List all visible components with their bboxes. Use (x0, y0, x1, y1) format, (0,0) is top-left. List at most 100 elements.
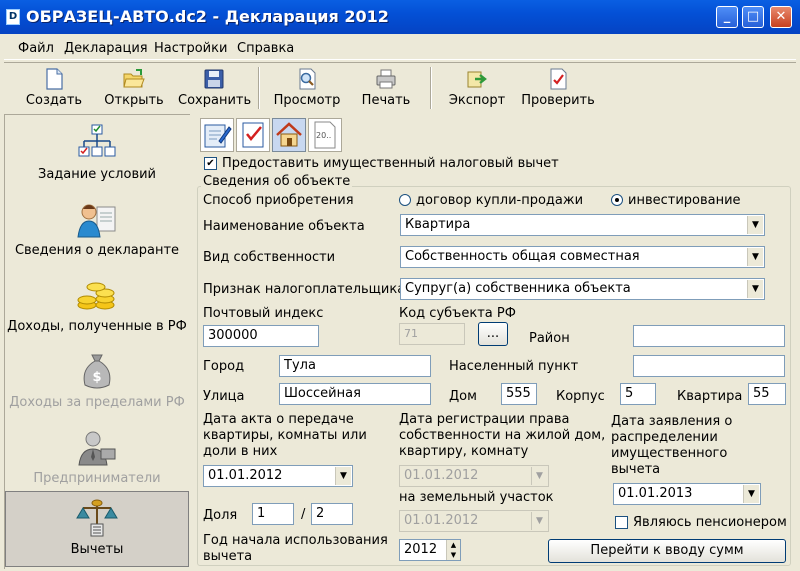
registration-date-picker: 01.01.2012 ▼ (399, 465, 549, 487)
scales-icon (76, 499, 118, 537)
distribution-date-picker[interactable]: 01.01.2013 ▼ (613, 483, 761, 505)
menu-declaration[interactable]: Декларация (64, 41, 148, 56)
print-button[interactable]: Печать (356, 67, 416, 113)
building-label: Корпус (556, 389, 605, 404)
go-to-sums-button[interactable]: Перейти к вводу сумм (548, 539, 786, 563)
land-plot-date-value: 01.01.2012 (404, 513, 479, 528)
menu-settings[interactable]: Настройки (154, 41, 227, 56)
preview-button[interactable]: Просмотр (272, 67, 342, 113)
radio-investment[interactable] (611, 194, 623, 206)
person-card-icon (77, 204, 116, 238)
distribution-label-line1: Дата заявления о (611, 414, 733, 429)
sidebar-label: Сведения о декларанте (14, 243, 180, 258)
sidebar-item-deductions[interactable]: Вычеты (5, 491, 189, 567)
sidebar-item-declarant[interactable]: Сведения о декларанте (5, 193, 189, 269)
region-code-picker-button[interactable]: ... (478, 322, 508, 346)
spin-up-icon[interactable]: ▲ (447, 540, 460, 550)
object-name-label: Наименование объекта (203, 219, 365, 234)
tab-other[interactable]: 20.. (308, 118, 342, 152)
deductions-panel: 20.. ✔ Предоставить имущественный налого… (192, 114, 796, 569)
ownership-label: Вид собственности (203, 250, 336, 265)
object-name-select[interactable]: Квартира ▼ (400, 214, 765, 236)
create-button[interactable]: Создать (22, 67, 86, 113)
menu-help[interactable]: Справка (237, 41, 294, 56)
building-input[interactable]: 5 (620, 383, 656, 405)
svg-text:$: $ (92, 370, 101, 385)
pencil-form-icon (204, 124, 232, 148)
year-spin-buttons[interactable]: ▲ ▼ (446, 540, 460, 560)
sidebar-item-income-abroad[interactable]: $ Доходы за пределами РФ (5, 345, 189, 421)
city-label: Город (203, 359, 245, 374)
sidebar-item-entrepreneurs[interactable]: Предприниматели (5, 421, 189, 497)
transfer-act-label-line3: доли в них (203, 444, 278, 459)
chevron-down-icon[interactable]: ▼ (747, 280, 763, 298)
sidebar-item-income-rf[interactable]: Доходы, полученные в РФ (5, 269, 189, 345)
house-input[interactable]: 555 (501, 383, 537, 405)
apartment-input[interactable]: 55 (748, 383, 786, 405)
menu-file[interactable]: Файл (18, 41, 54, 56)
tab-property-deductions[interactable] (272, 118, 306, 152)
district-input[interactable] (633, 325, 785, 347)
transfer-act-date-picker[interactable]: 01.01.2012 ▼ (203, 465, 353, 487)
save-button[interactable]: Сохранить (178, 67, 252, 113)
street-input[interactable]: Шоссейная (279, 383, 431, 405)
chevron-down-icon[interactable]: ▼ (747, 216, 763, 234)
taxpayer-select[interactable]: Супруг(а) собственника объекта ▼ (400, 278, 765, 300)
businessman-icon (78, 431, 116, 466)
start-year-label-line2: вычета (203, 549, 253, 564)
region-code-label: Код субъекта РФ (399, 306, 516, 321)
spin-down-icon[interactable]: ▼ (447, 550, 460, 560)
share-slash: / (301, 507, 306, 522)
settlement-input[interactable] (633, 355, 785, 377)
chevron-down-icon[interactable]: ▼ (747, 248, 763, 266)
taxpayer-value: Супруг(а) собственника объекта (405, 281, 631, 296)
deduction-checkbox[interactable]: ✔ (204, 157, 217, 170)
export-button[interactable]: Экспорт (446, 67, 508, 113)
sidebar-item-conditions[interactable]: Задание условий (5, 117, 189, 193)
distribution-label-line3: имущественного (611, 446, 728, 461)
postal-code-input[interactable]: 300000 (203, 325, 319, 347)
export-label: Экспорт (448, 93, 506, 108)
title-bar[interactable]: D ОБРАЗЕЦ-АВТО.dc2 - Декларация 2012 _ □… (0, 0, 800, 34)
sidebar-label: Доходы, полученные в РФ (7, 319, 187, 334)
app-icon: D (6, 9, 20, 25)
maximize-button[interactable]: □ (742, 6, 764, 28)
floppy-disk-icon (204, 69, 224, 89)
toolbar-separator (430, 67, 432, 109)
sidebar-label: Доходы за пределами РФ (9, 395, 185, 410)
pensioner-checkbox[interactable] (615, 516, 628, 529)
chevron-down-icon: ▼ (531, 467, 547, 485)
share-denominator-input[interactable]: 2 (311, 503, 353, 525)
apartment-label: Квартира (677, 389, 743, 404)
check-button[interactable]: Проверить (520, 67, 596, 113)
street-label: Улица (203, 389, 245, 404)
object-info-title: Сведения об объекте (201, 174, 353, 189)
share-numerator-input[interactable]: 1 (252, 503, 294, 525)
chevron-down-icon[interactable]: ▼ (335, 467, 351, 485)
sidebar-label: Задание условий (38, 167, 156, 182)
region-code-input: 71 (399, 323, 465, 345)
toolbar-separator (258, 67, 260, 109)
start-year-value: 2012 (404, 542, 438, 557)
start-year-label-line1: Год начала использования (203, 533, 388, 548)
start-year-spinner[interactable]: 2012 ▲ ▼ (399, 539, 461, 561)
land-plot-date-picker: 01.01.2012 ▼ (399, 510, 549, 532)
close-button[interactable]: ✕ (770, 6, 792, 28)
transfer-act-date-value: 01.01.2012 (208, 468, 283, 483)
sidebar: Задание условий Сведения о декларанте До… (4, 114, 190, 569)
tab-social-deductions[interactable] (236, 118, 270, 152)
chevron-down-icon[interactable]: ▼ (743, 485, 759, 503)
save-label: Сохранить (178, 93, 252, 108)
minimize-button[interactable]: _ (716, 6, 738, 28)
acquisition-label: Способ приобретения (203, 193, 354, 208)
ownership-select[interactable]: Собственность общая совместная ▼ (400, 246, 765, 268)
radio-purchase-contract[interactable] (399, 194, 411, 206)
radio-purchase-contract-label: договор купли-продажи (416, 193, 584, 208)
sidebar-label: Вычеты (70, 542, 124, 557)
distribution-date-value: 01.01.2013 (618, 486, 693, 501)
open-button[interactable]: Открыть (102, 67, 166, 113)
district-label: Район (529, 331, 570, 346)
city-input[interactable]: Тула (279, 355, 431, 377)
tab-standard-deductions[interactable] (200, 118, 234, 152)
app-window: D ОБРАЗЕЦ-АВТО.dc2 - Декларация 2012 _ □… (0, 0, 800, 571)
